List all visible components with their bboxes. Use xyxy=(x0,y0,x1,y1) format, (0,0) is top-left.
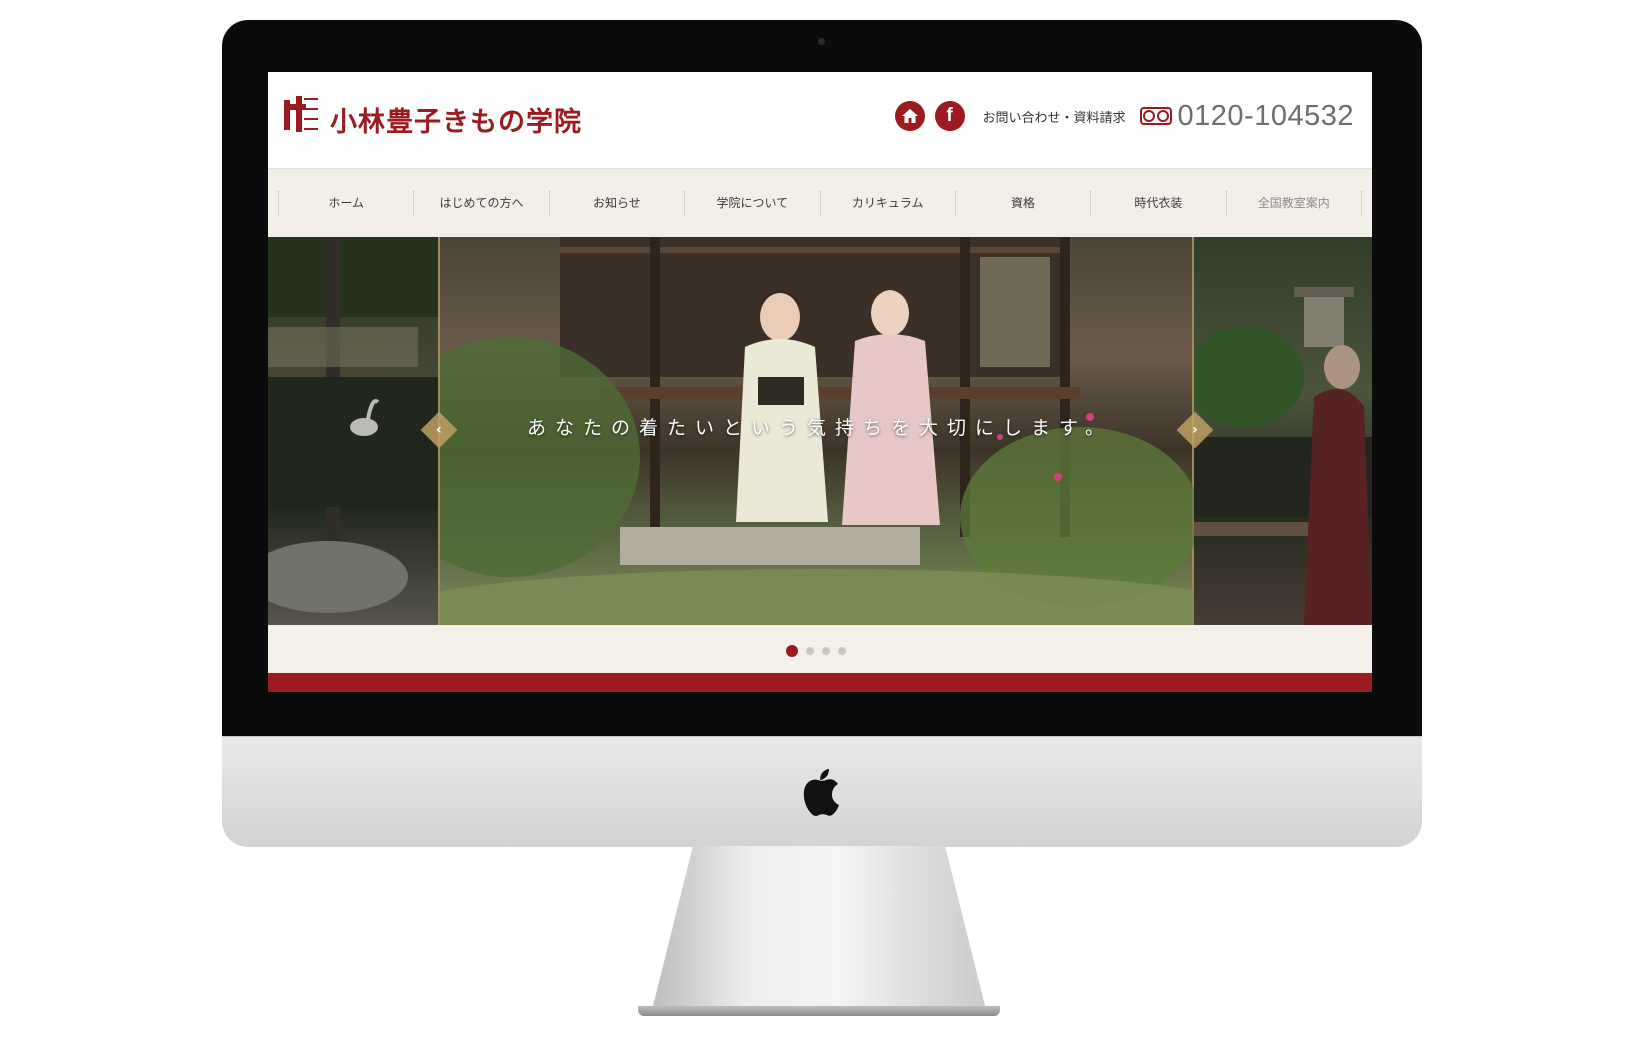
footer-accent-bar xyxy=(268,673,1372,692)
slider-pagination-bar xyxy=(268,625,1372,673)
logo-mark-icon[interactable] xyxy=(282,94,324,136)
imac-stand xyxy=(651,846,987,1014)
website-screen: 小林豊子きもの学院 f お問い合わせ・資料請求 0120-104532 ホーム … xyxy=(268,72,1372,692)
camera-dot xyxy=(818,38,825,45)
nav-item-classrooms[interactable]: 全国教室案内 xyxy=(1225,191,1362,215)
freedial-icon xyxy=(1139,107,1172,125)
slider-dot-4[interactable] xyxy=(838,647,846,655)
facebook-icon[interactable]: f xyxy=(934,101,965,131)
slider-dot-2[interactable] xyxy=(806,647,814,655)
nav-item-qualification[interactable]: 資格 xyxy=(954,191,1090,215)
nav-item-about[interactable]: 学院について xyxy=(684,191,819,215)
imac-stand-foot xyxy=(638,1006,1000,1016)
slider-dot-3[interactable] xyxy=(822,647,830,655)
nav-item-home[interactable]: ホーム xyxy=(278,191,413,215)
home-icon[interactable] xyxy=(894,101,925,131)
nav-item-news[interactable]: お知らせ xyxy=(548,191,684,215)
nav-item-beginners[interactable]: はじめての方へ xyxy=(413,191,548,215)
imac-chin xyxy=(222,736,1422,847)
main-nav: ホーム はじめての方へ お知らせ 学院について カリキュラム 資格 時代衣装 全… xyxy=(268,168,1372,238)
header-utilities: f お問い合わせ・資料請求 0120-104532 xyxy=(894,96,1354,136)
phone-number[interactable]: 0120-104532 xyxy=(1178,100,1354,133)
hero-tagline: あなたの着たいという気持ちを大切にします。 xyxy=(526,417,1114,439)
slider-dots xyxy=(786,645,854,657)
site-header: 小林豊子きもの学院 f お問い合わせ・資料請求 0120-104532 xyxy=(268,72,1372,168)
apple-logo-icon xyxy=(803,769,839,816)
slider-dot-1[interactable] xyxy=(786,645,798,657)
nav-item-period-costume[interactable]: 時代衣装 xyxy=(1090,191,1225,215)
nav-item-curriculum[interactable]: カリキュラム xyxy=(819,191,955,215)
contact-link[interactable]: お問い合わせ・資料請求 xyxy=(983,107,1126,126)
logo-text[interactable]: 小林豊子きもの学院 xyxy=(330,100,582,139)
hero-slider: ‹ › あなたの着たいという気持ちを大切にします。 xyxy=(268,237,1372,625)
